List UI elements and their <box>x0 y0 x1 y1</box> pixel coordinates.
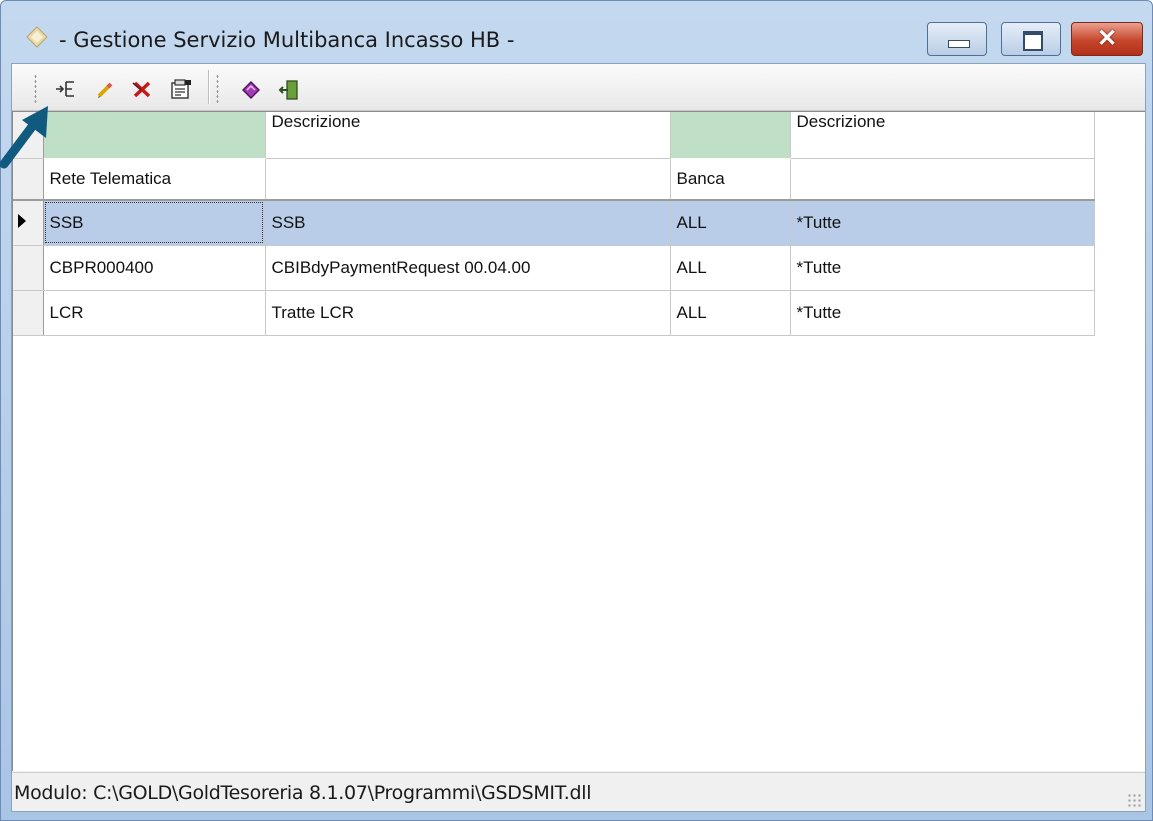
cell-descrizione-banca[interactable]: *Tutte <box>790 200 1095 246</box>
insert-icon <box>56 81 74 97</box>
cell-rete[interactable]: CBPR000400 <box>43 245 266 291</box>
app-diamond-icon <box>26 26 48 48</box>
header-spacer <box>790 158 1095 201</box>
minimize-icon <box>948 40 970 48</box>
book-icon <box>242 81 260 99</box>
table-row[interactable]: SSB SSB ALL *Tutte <box>13 200 1095 246</box>
close-button[interactable]: ✕ <box>1071 22 1143 56</box>
exit-button[interactable] <box>276 78 302 104</box>
cell-descrizione[interactable]: CBIBdyPaymentRequest 00.04.00 <box>265 245 671 291</box>
current-row-arrow-icon <box>18 214 26 229</box>
cell-descrizione[interactable]: SSB <box>265 200 671 246</box>
exit-icon <box>278 80 298 100</box>
status-bar: Modulo: C:\GOLD\GoldTesoreria 8.1.07\Pro… <box>12 772 1145 811</box>
toolbar <box>12 64 1145 111</box>
table-row[interactable]: CBPR000400 CBIBdyPaymentRequest 00.04.00… <box>13 245 1095 291</box>
title-bar[interactable]: - Gestione Servizio Multibanca Incasso H… <box>1 1 1152 63</box>
minimize-button[interactable] <box>927 22 987 56</box>
cell-descrizione-banca[interactable]: *Tutte <box>790 290 1095 336</box>
book-button[interactable] <box>238 78 264 104</box>
annotation-arrow-icon <box>0 106 48 169</box>
resize-grip-icon[interactable] <box>1127 793 1141 807</box>
table-row[interactable]: LCR Tratte LCR ALL *Tutte <box>13 290 1095 336</box>
header-descrizione-banca[interactable]: Descrizione <box>790 112 1095 159</box>
properties-button[interactable] <box>168 78 194 104</box>
properties-icon <box>171 79 191 99</box>
header-banca[interactable]: Banca <box>670 158 791 201</box>
toolbar-grip[interactable] <box>216 74 219 104</box>
cell-descrizione[interactable]: Tratte LCR <box>265 290 671 336</box>
cell-rete[interactable]: SSB <box>43 200 266 246</box>
delete-button[interactable] <box>130 78 156 104</box>
delete-icon <box>132 81 151 98</box>
status-module-path: Modulo: C:\GOLD\GoldTesoreria 8.1.07\Pro… <box>14 782 592 804</box>
window-title: - Gestione Servizio Multibanca Incasso H… <box>59 28 515 52</box>
header-row-labels: Rete Telematica Banca <box>13 158 1095 201</box>
close-icon: ✕ <box>1096 25 1118 52</box>
data-grid[interactable]: Descrizione Descrizione Rete Telematica … <box>12 111 1145 771</box>
header-descrizione[interactable]: Descrizione <box>265 112 671 159</box>
filter-cell-banca[interactable] <box>670 112 791 159</box>
edit-button[interactable] <box>92 78 118 104</box>
cell-descrizione-banca[interactable]: *Tutte <box>790 245 1095 291</box>
header-spacer <box>265 158 671 201</box>
row-indicator[interactable] <box>13 290 44 336</box>
edit-icon <box>97 82 113 98</box>
cell-banca[interactable]: ALL <box>670 200 791 246</box>
cell-banca[interactable]: ALL <box>670 290 791 336</box>
cell-rete[interactable]: LCR <box>43 290 266 336</box>
header-rete-telematica[interactable]: Rete Telematica <box>43 158 266 201</box>
row-indicator[interactable] <box>13 200 44 246</box>
grid-table: Descrizione Descrizione Rete Telematica … <box>13 112 1095 336</box>
maximize-button[interactable] <box>1001 22 1061 56</box>
toolbar-separator <box>208 70 210 104</box>
cell-banca[interactable]: ALL <box>670 245 791 291</box>
application-window: - Gestione Servizio Multibanca Incasso H… <box>0 0 1153 821</box>
filter-cell-rete[interactable] <box>43 112 266 159</box>
row-indicator[interactable] <box>13 245 44 291</box>
maximize-icon <box>1023 31 1043 51</box>
client-area: Descrizione Descrizione Rete Telematica … <box>11 63 1146 812</box>
header-row-filter: Descrizione Descrizione <box>13 112 1095 159</box>
